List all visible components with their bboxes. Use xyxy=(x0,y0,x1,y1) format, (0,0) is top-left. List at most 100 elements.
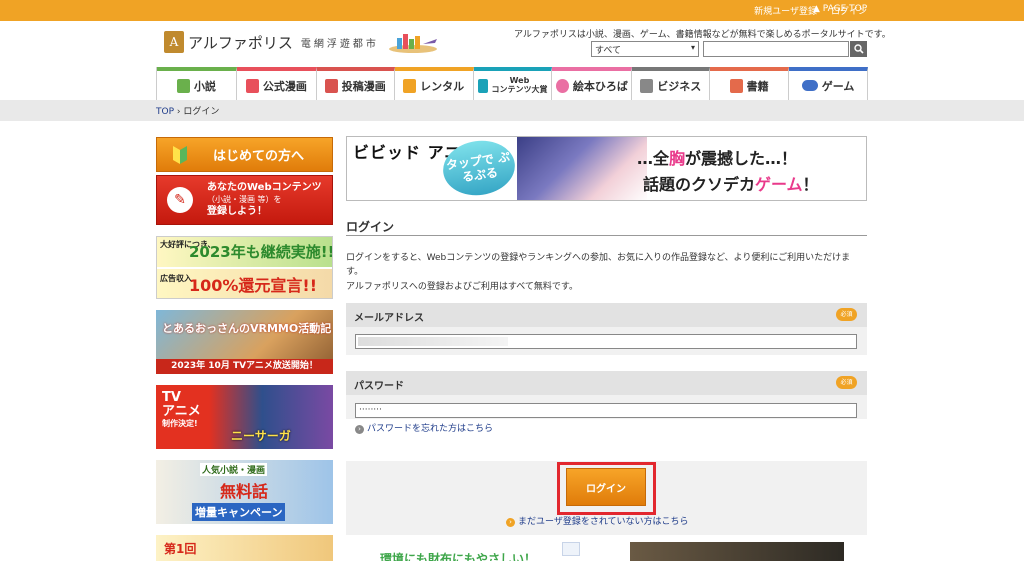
breadcrumb-current: ログイン xyxy=(183,107,220,117)
free-banner-line1: 人気小説・漫画 xyxy=(200,463,268,476)
top-bar: 新規ユーザ登録 ログイン ▲ PAGE TOP xyxy=(0,0,1024,21)
register-banner-line3: 登録しよう！ xyxy=(207,206,267,218)
nav-picture-book[interactable]: 絵本ひろば xyxy=(552,67,633,100)
arrow-circle-icon: › xyxy=(506,518,515,527)
register-link[interactable]: 新規ユーザ登録 xyxy=(754,4,817,17)
ad-headline-1-pink: 胸 xyxy=(669,149,686,168)
login-button[interactable]: ログイン xyxy=(566,468,646,506)
vrmmo-banner-title: とあるおっさんのVRMMO活動記 xyxy=(162,322,332,335)
beginner-banner-text: はじめての方へ xyxy=(213,149,305,164)
email-field-block: メールアドレス 必須 xyxy=(346,303,867,355)
nav-books[interactable]: 書籍 xyxy=(710,67,790,100)
ad-revenue-campaign-banner[interactable]: 大好評につき、 2023年も継続実施!! 広告収入 100%還元宣言!! xyxy=(156,236,333,299)
nav-label: ゲーム xyxy=(821,79,855,93)
vrmmo-anime-banner[interactable]: とあるおっさんのVRMMO活動記 2023年 10月 TVアニメ放送開始！ xyxy=(156,310,333,374)
search-category-select[interactable]: すべて ▾ xyxy=(591,41,699,57)
arrow-circle-icon: › xyxy=(355,425,364,434)
bottom-ad-right[interactable] xyxy=(630,542,844,561)
ad-headline-2: 話題のクソデカゲーム！ xyxy=(643,171,819,195)
breadcrumb-top-link[interactable]: TOP xyxy=(156,107,174,117)
ad-headline-1-pre: …全 xyxy=(637,149,670,168)
password-field[interactable]: ········ xyxy=(355,403,857,418)
required-badge: 必須 xyxy=(836,376,857,389)
nav-label: 書籍 xyxy=(746,79,769,93)
nav-label: 投稿漫画 xyxy=(341,79,386,93)
free-banner-line2: 無料話 xyxy=(220,482,269,501)
register-banner-line1: あなたのWebコンテンツ xyxy=(207,182,322,194)
register-content-banner[interactable]: ✎ あなたのWebコンテンツ （小説・漫画 等）を 登録しよう！ xyxy=(156,175,333,225)
manga-post-icon xyxy=(324,78,338,93)
nav-web-contents-award[interactable]: Web コンテンツ大賞 xyxy=(473,67,553,100)
campaign-tag-bottom: 広告収入 xyxy=(160,274,192,283)
bottom-ad-text: 環境にも財布にもやさしい！ xyxy=(380,552,537,561)
nav-label: Web コンテンツ大賞 xyxy=(491,75,548,94)
register-link-bottom[interactable]: › まだユーザ登録をされていない方はこちら xyxy=(506,514,689,527)
nav-game[interactable]: ゲーム xyxy=(789,67,869,100)
city-icon xyxy=(388,34,437,53)
ad-headline-1: …全胸が震撼した…！ xyxy=(637,145,797,169)
forgot-password-text: パスワードを忘れた方はこちら xyxy=(367,424,494,434)
ad-character-image xyxy=(517,137,647,200)
login-description-2: アルファポリスへの登録およびご利用はすべて無料です。 xyxy=(346,281,579,292)
book-icon xyxy=(176,78,190,93)
anime-production-banner[interactable]: TV アニメ 制作決定! ニーサーガ xyxy=(156,385,333,449)
password-label: パスワード xyxy=(354,381,404,392)
page-top-link[interactable]: ▲ PAGE TOP xyxy=(813,4,867,14)
logo-name: アルファポリス xyxy=(188,33,293,52)
anime-banner-sub: 制作決定! xyxy=(162,418,198,428)
search-icon xyxy=(853,44,864,54)
search-button[interactable] xyxy=(850,41,867,57)
title-divider xyxy=(346,235,867,236)
forgot-password-link[interactable]: › パスワードを忘れた方はこちら xyxy=(355,421,493,434)
anime-banner-title: ニーサーガ xyxy=(231,429,291,443)
search-category-value: すべて xyxy=(595,46,622,56)
nav-business[interactable]: ビジネス xyxy=(632,67,711,100)
trophy-icon xyxy=(477,78,488,93)
beginner-guide-banner[interactable]: はじめての方へ xyxy=(156,137,333,172)
password-field-header: パスワード 必須 xyxy=(346,371,867,395)
open-book-icon xyxy=(729,78,743,93)
gamepad-icon xyxy=(801,80,818,91)
nav-label: ビジネス xyxy=(657,79,702,93)
password-field-block: パスワード 必須 ········ xyxy=(346,371,867,419)
rental-icon xyxy=(403,78,417,93)
nav-label: レンタル xyxy=(420,79,465,93)
search-input[interactable] xyxy=(703,41,849,57)
nav-label: 絵本ひろば xyxy=(572,79,628,93)
nav-posted-manga[interactable]: 投稿漫画 xyxy=(316,67,395,100)
first-contest-text: 第1回 xyxy=(164,542,197,556)
free-episodes-banner[interactable]: 人気小説・漫画 無料話 増量キャンペーン xyxy=(156,460,333,524)
register-banner-line2: （小説・漫画 等）を xyxy=(207,194,282,204)
email-redacted-value xyxy=(358,337,508,346)
site-logo[interactable]: A アルファポリス 電網浮遊都市 xyxy=(164,30,439,54)
logo-mark-icon: A xyxy=(164,31,184,53)
ad-headline-1-post: が震撼した…！ xyxy=(685,149,798,168)
beginner-mark-icon xyxy=(173,145,187,164)
email-field-header: メールアドレス 必須 xyxy=(346,303,867,327)
nav-label: 公式漫画 xyxy=(262,79,307,93)
nav-rental[interactable]: レンタル xyxy=(394,67,474,100)
main-nav: 小説 公式漫画 投稿漫画 レンタル Web コンテンツ大賞 絵本ひろば ビジネス… xyxy=(156,67,869,100)
free-banner-line3: 増量キャンペーン xyxy=(192,503,286,521)
anime-banner-anime: アニメ xyxy=(162,404,201,420)
campaign-tag-top: 大好評につき、 xyxy=(160,240,215,250)
manga-icon xyxy=(245,78,259,93)
nav-novel[interactable]: 小説 xyxy=(157,67,237,100)
breadcrumb-separator: › xyxy=(174,107,184,117)
first-contest-banner[interactable]: 第1回 xyxy=(156,535,333,561)
login-description-1: ログインをすると、Webコンテンツの登録やランキングへの参加、お気に入りの作品登… xyxy=(346,253,851,278)
login-description: ログインをすると、Webコンテンツの登録やランキングへの参加、お気に入りの作品登… xyxy=(346,251,867,294)
game-ad-banner[interactable]: ビビッド アニミー タップで ぷるぷる …全胸が震撼した…！ 話題のクソデカゲー… xyxy=(346,136,867,201)
campaign-headline-bottom: 100%還元宣言!! xyxy=(189,276,318,295)
email-field[interactable] xyxy=(355,334,857,349)
bottom-ad-left[interactable]: 環境にも財布にもやさしい！ xyxy=(346,542,582,561)
register-link-text: まだユーザ登録をされていない方はこちら xyxy=(518,517,689,527)
campaign-headline-top: 2023年も継続実施!! xyxy=(189,243,333,261)
required-badge: 必須 xyxy=(836,308,857,321)
page-title: ログイン xyxy=(346,220,395,234)
picture-book-icon xyxy=(555,78,569,93)
breadcrumb: TOP › ログイン xyxy=(156,104,219,117)
building-icon xyxy=(640,78,654,93)
nav-official-manga[interactable]: 公式漫画 xyxy=(236,67,317,100)
ad-choices-icon[interactable] xyxy=(562,542,580,556)
